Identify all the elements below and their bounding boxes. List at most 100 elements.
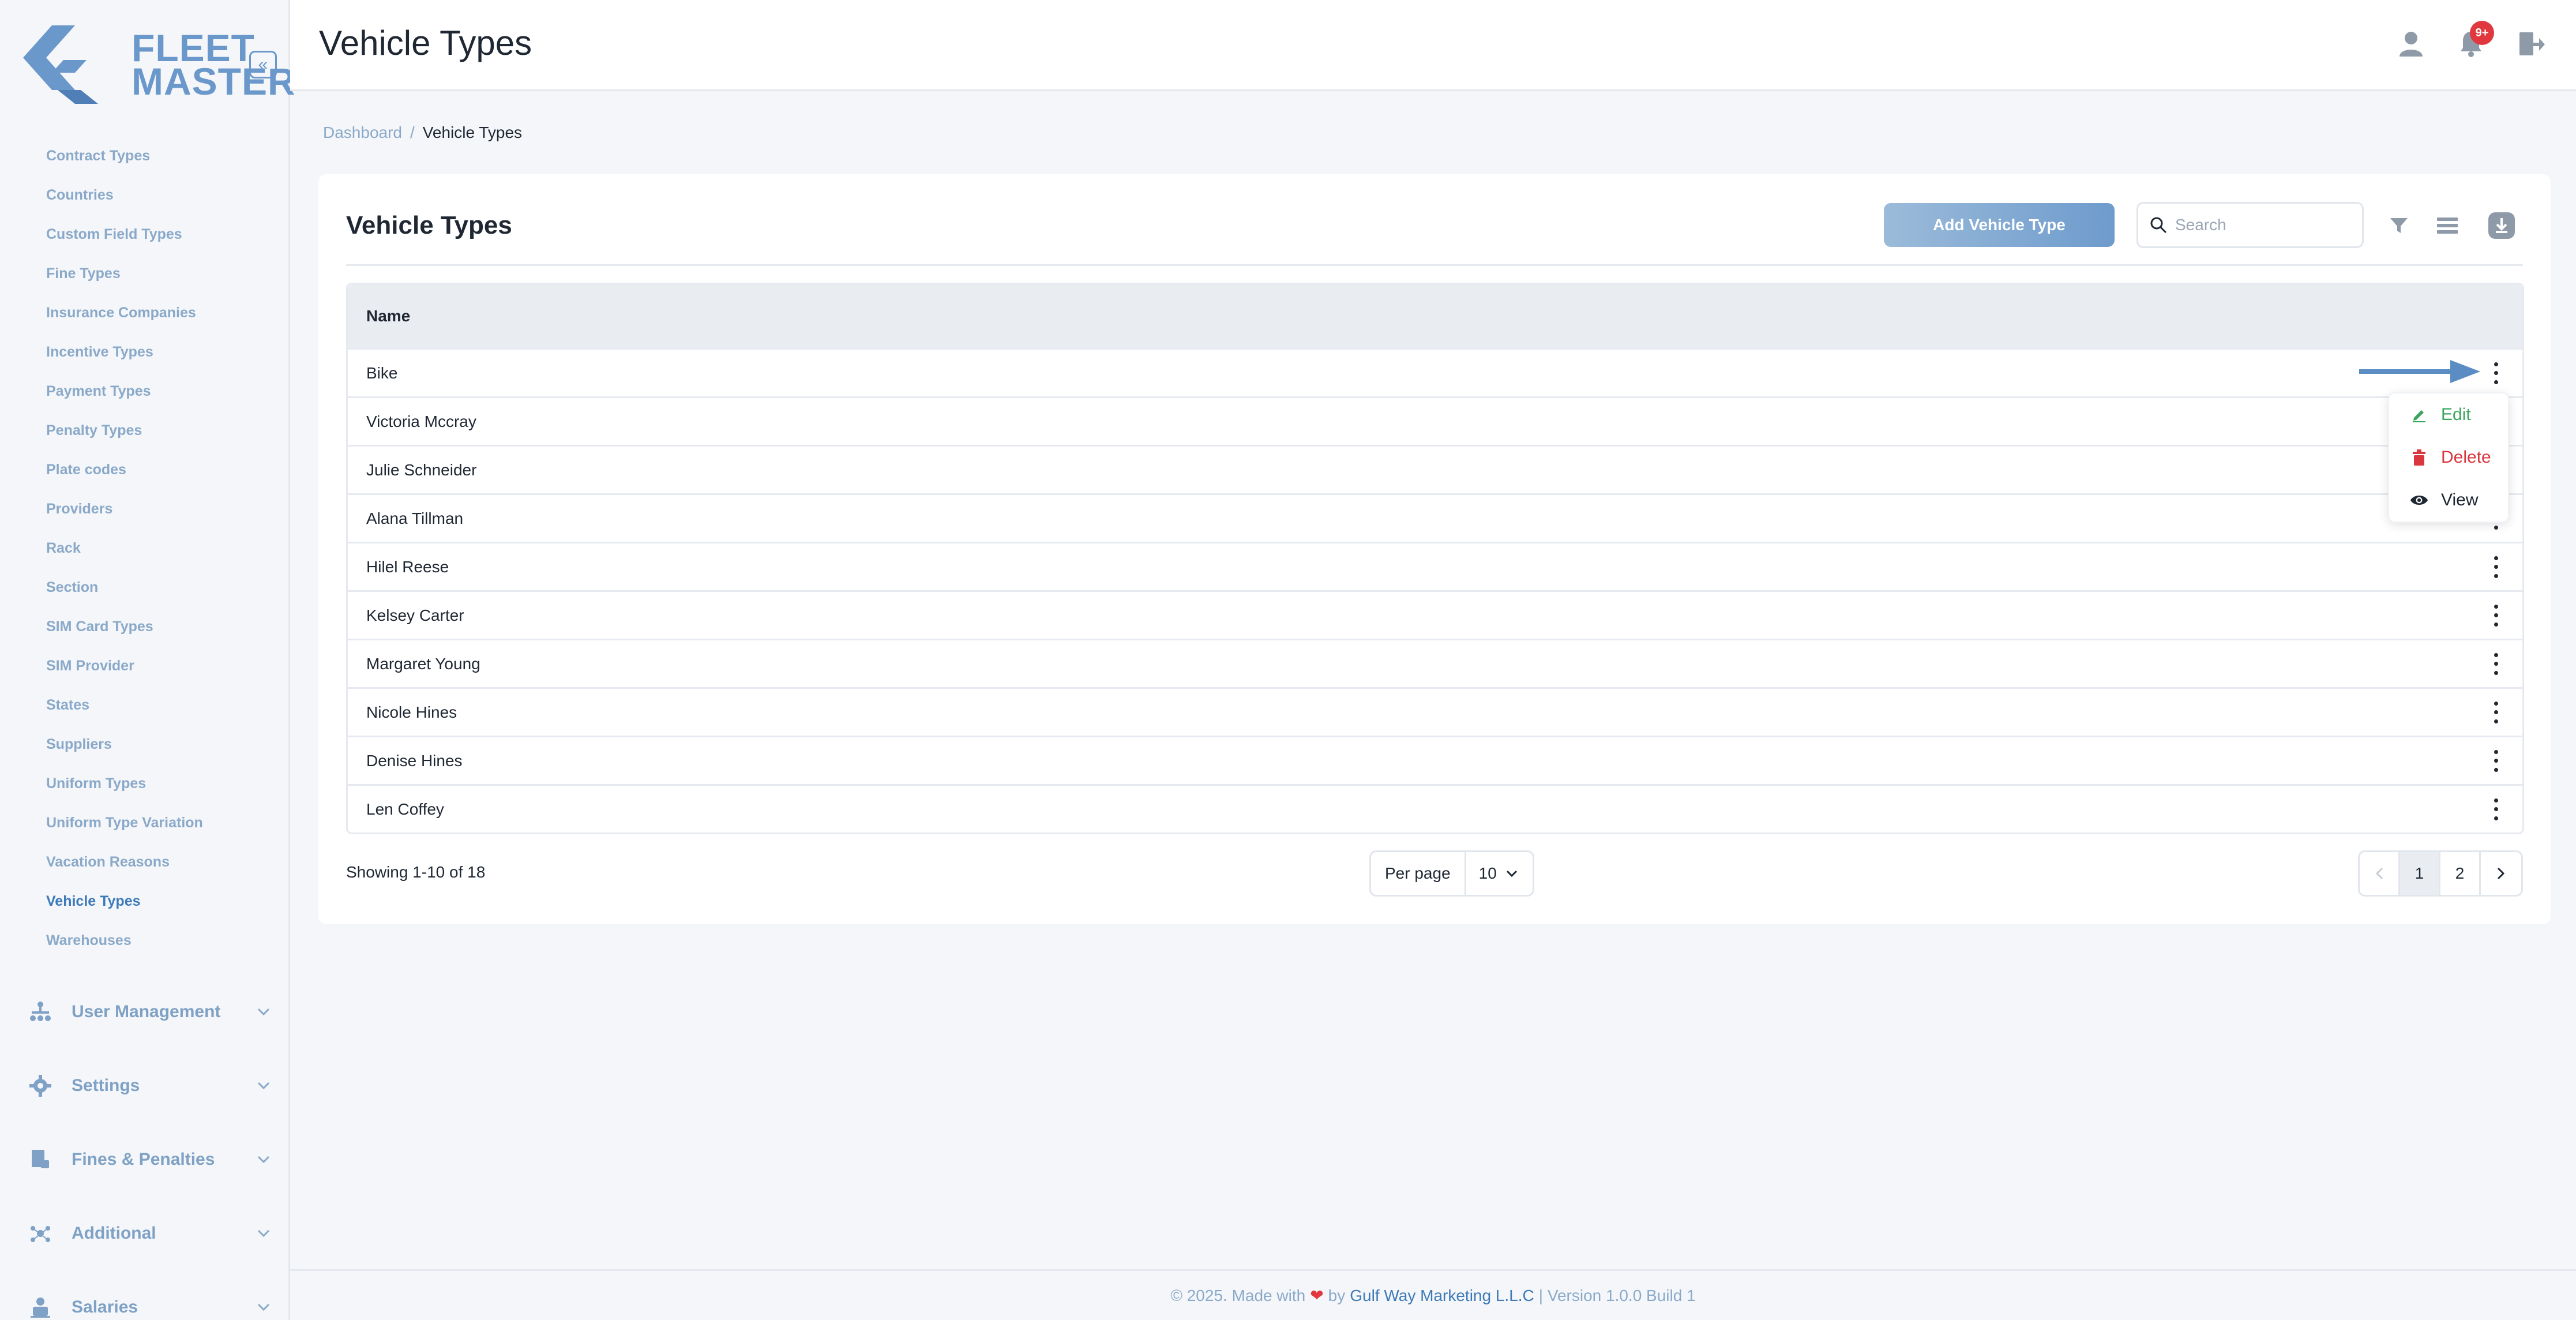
page-1-button[interactable]: 1	[2400, 852, 2440, 895]
kebab-menu-icon[interactable]	[2490, 651, 2502, 677]
bell-icon[interactable]: 9+	[2456, 21, 2494, 59]
network-icon	[28, 1221, 53, 1246]
sidebar-item-providers[interactable]: Providers	[46, 489, 203, 528]
table-row: Hilel Reese	[348, 542, 2522, 590]
sidebar-group-additional[interactable]: Additional	[28, 1197, 270, 1270]
ticket-icon	[28, 1147, 53, 1172]
row-name: Denise Hines	[366, 751, 463, 770]
sidebar-item-custom-field-types[interactable]: Custom Field Types	[46, 215, 203, 254]
collapse-sidebar-button[interactable]: «	[249, 51, 277, 78]
sidebar-item-section[interactable]: Section	[46, 568, 203, 607]
sidebar-group-salaries[interactable]: Salaries	[28, 1270, 270, 1320]
sidebar-group-label: User Management	[72, 1002, 221, 1021]
breadcrumb-separator: /	[410, 123, 415, 141]
per-page-value: 10	[1478, 864, 1497, 882]
chevron-down-icon	[257, 1082, 270, 1090]
page-title: Vehicle Types	[319, 24, 532, 62]
row-name: Nicole Hines	[366, 703, 457, 721]
row-name: Hilel Reese	[366, 557, 449, 576]
logo-mark-icon	[23, 25, 98, 104]
sidebar-group-user-management[interactable]: User Management	[28, 975, 270, 1049]
menu-item-edit[interactable]: Edit	[2389, 393, 2508, 436]
kebab-menu-icon[interactable]	[2490, 699, 2502, 726]
company-link[interactable]: Gulf Way Marketing L.L.C	[1350, 1287, 1534, 1305]
row-name: Kelsey Carter	[366, 606, 464, 624]
sidebar-group-fines-penalties[interactable]: Fines & Penalties	[28, 1123, 270, 1197]
card-title: Vehicle Types	[346, 211, 512, 239]
kebab-menu-icon[interactable]	[2490, 602, 2502, 629]
kebab-menu-icon[interactable]	[2490, 796, 2502, 823]
double-chevron-left-icon: «	[258, 55, 268, 74]
sidebar-item-sim-card-types[interactable]: SIM Card Types	[46, 607, 203, 646]
table-row: Bike	[348, 348, 2522, 396]
sidebar-item-contract-types[interactable]: Contract Types	[46, 136, 203, 175]
row-name: Bike	[366, 363, 398, 382]
per-page-select[interactable]: Per page 10	[1369, 850, 1534, 897]
sidebar-group-settings[interactable]: Settings	[28, 1049, 270, 1123]
row-name: Margaret Young	[366, 654, 480, 673]
trash-icon	[2410, 448, 2428, 467]
sidebar-item-vehicle-types[interactable]: Vehicle Types	[46, 882, 203, 921]
table-row: Margaret Young	[348, 639, 2522, 687]
table-row: Len Coffey	[348, 784, 2522, 832]
kebab-menu-icon[interactable]	[2490, 748, 2502, 774]
breadcrumb-current: Vehicle Types	[422, 123, 523, 141]
sidebar-item-suppliers[interactable]: Suppliers	[46, 725, 203, 764]
menu-item-view[interactable]: View	[2389, 479, 2508, 522]
sidebar-item-incentive-types[interactable]: Incentive Types	[46, 332, 203, 372]
logout-icon[interactable]	[2516, 29, 2546, 59]
search-box	[2136, 202, 2364, 248]
user-icon[interactable]	[2396, 29, 2426, 59]
salary-icon	[28, 1295, 53, 1320]
breadcrumb: Dashboard / Vehicle Types	[323, 123, 522, 142]
columns-icon[interactable]	[2433, 211, 2462, 240]
vehicle-types-card: Vehicle Types Add Vehicle Type Name Bike…	[318, 174, 2551, 924]
table-row: Kelsey Carter	[348, 590, 2522, 639]
table-row: Julie Schneider	[348, 445, 2522, 493]
menu-item-delete[interactable]: Delete	[2389, 436, 2508, 479]
sidebar-item-states[interactable]: States	[46, 685, 203, 725]
gear-icon	[28, 1073, 53, 1098]
filter-icon[interactable]	[2385, 211, 2413, 240]
menu-item-delete-label: Delete	[2441, 448, 2491, 467]
kebab-menu-icon[interactable]	[2490, 554, 2502, 580]
table-row: Victoria Mccray	[348, 396, 2522, 445]
prev-page-button[interactable]	[2360, 852, 2400, 895]
eye-icon	[2410, 491, 2428, 509]
sidebar-item-uniform-type-variation[interactable]: Uniform Type Variation	[46, 803, 203, 842]
search-input[interactable]	[2175, 216, 2348, 234]
site-footer: © 2025. Made with ❤ by Gulf Way Marketin…	[290, 1269, 2576, 1320]
sidebar-group-label: Salaries	[72, 1297, 138, 1317]
chevron-down-icon	[1506, 870, 1517, 877]
sidebar-item-penalty-types[interactable]: Penalty Types	[46, 411, 203, 450]
pencil-icon	[2410, 406, 2428, 424]
table-header-name: Name	[348, 284, 2522, 348]
card-divider	[346, 264, 2523, 266]
sidebar-item-uniform-types[interactable]: Uniform Types	[46, 764, 203, 803]
next-page-button[interactable]	[2481, 852, 2521, 895]
showing-count: Showing 1-10 of 18	[346, 863, 486, 881]
sidebar-item-warehouses[interactable]: Warehouses	[46, 921, 203, 960]
download-icon[interactable]	[2487, 211, 2516, 240]
sidebar-item-sim-provider[interactable]: SIM Provider	[46, 646, 203, 685]
breadcrumb-home-link[interactable]: Dashboard	[323, 123, 402, 141]
menu-item-view-label: View	[2441, 490, 2479, 509]
sidebar-item-plate-codes[interactable]: Plate codes	[46, 450, 203, 489]
sidebar-group-label: Settings	[72, 1076, 140, 1095]
sidebar-item-vacation-reasons[interactable]: Vacation Reasons	[46, 842, 203, 882]
sidebar-item-payment-types[interactable]: Payment Types	[46, 372, 203, 411]
footer-by: by	[1328, 1286, 1346, 1304]
chevron-down-icon	[257, 1156, 270, 1164]
sidebar-item-countries[interactable]: Countries	[46, 175, 203, 215]
sidebar-item-rack[interactable]: Rack	[46, 528, 203, 568]
kebab-menu-icon[interactable]	[2490, 360, 2502, 387]
footer-prefix: © 2025. Made with	[1170, 1286, 1306, 1304]
org-chart-icon	[28, 999, 53, 1025]
sidebar: FLEET MASTER « Contract Types Countries Cu…	[0, 0, 295, 1320]
add-vehicle-type-button[interactable]: Add Vehicle Type	[1884, 203, 2115, 247]
chevron-right-icon	[2497, 867, 2505, 880]
page-2-button[interactable]: 2	[2440, 852, 2481, 895]
sidebar-item-fine-types[interactable]: Fine Types	[46, 254, 203, 293]
sidebar-item-insurance-companies[interactable]: Insurance Companies	[46, 293, 203, 332]
table-row: Nicole Hines	[348, 687, 2522, 736]
